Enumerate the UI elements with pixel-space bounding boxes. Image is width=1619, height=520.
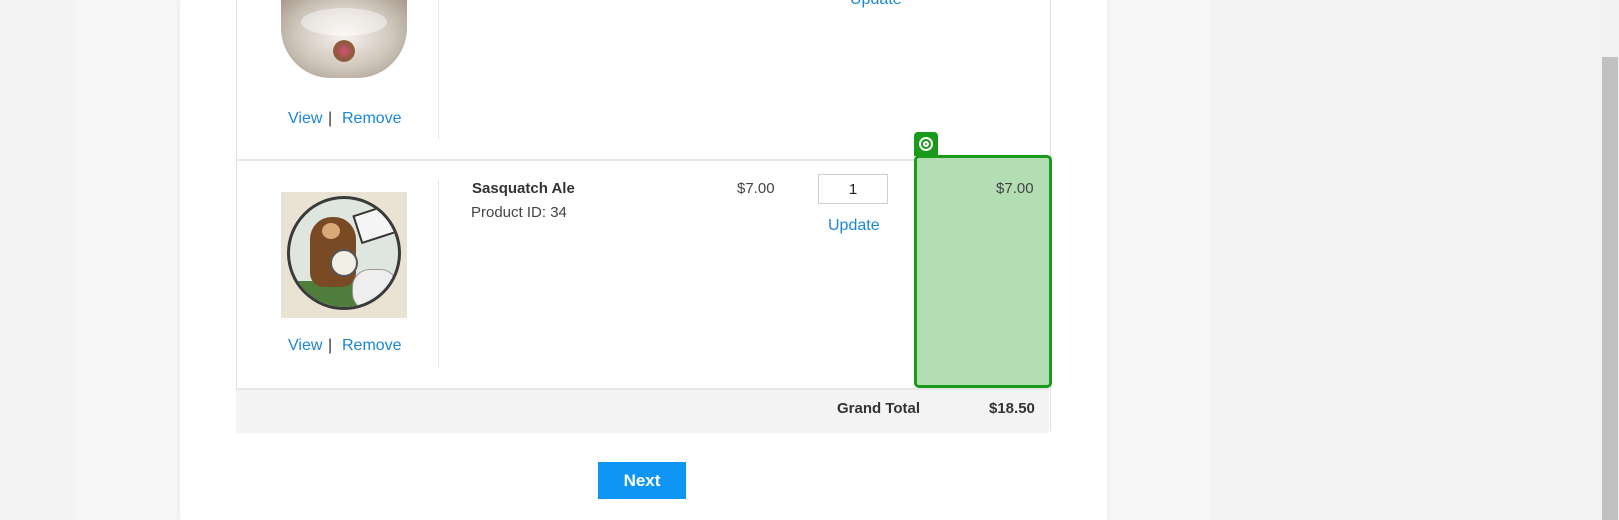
remove-link[interactable]: Remove (342, 337, 402, 355)
quantity-input[interactable] (818, 174, 888, 204)
update-link[interactable]: Update (828, 217, 880, 235)
ale-flag (352, 203, 398, 245)
tea-flower (333, 40, 355, 62)
product-id: Product ID: 34 (471, 204, 567, 221)
product-image-teapot[interactable] (281, 0, 407, 78)
scrollbar-thumb[interactable] (1602, 57, 1618, 520)
next-button[interactable]: Next (598, 462, 686, 499)
unit-price: $7.00 (737, 180, 775, 197)
item-subtotal: $7.00 (996, 180, 1034, 197)
ale-feet (352, 269, 398, 307)
view-link[interactable]: View (288, 337, 322, 355)
link-separator: | (328, 110, 333, 127)
ale-label-art (287, 196, 401, 310)
link-separator: | (328, 337, 333, 354)
target-icon (919, 137, 933, 151)
product-image-sasquatch-ale[interactable] (281, 192, 407, 318)
ale-banjo (330, 249, 358, 277)
column-divider (438, 180, 439, 368)
teapot-highlight (301, 8, 387, 36)
update-link[interactable]: Update (850, 0, 902, 9)
remove-link[interactable]: Remove (342, 110, 402, 128)
view-link[interactable]: View (288, 110, 322, 128)
target-badge (914, 132, 938, 156)
grand-total-row (236, 388, 1049, 433)
product-name[interactable]: Sasquatch Ale (472, 180, 575, 197)
ale-face (322, 223, 340, 239)
column-divider (438, 0, 439, 139)
grand-total-label: Grand Total (837, 400, 921, 417)
target-icon-center (923, 141, 929, 147)
grand-total-value: $18.50 (989, 400, 1035, 417)
scrollbar[interactable] (1599, 0, 1619, 520)
